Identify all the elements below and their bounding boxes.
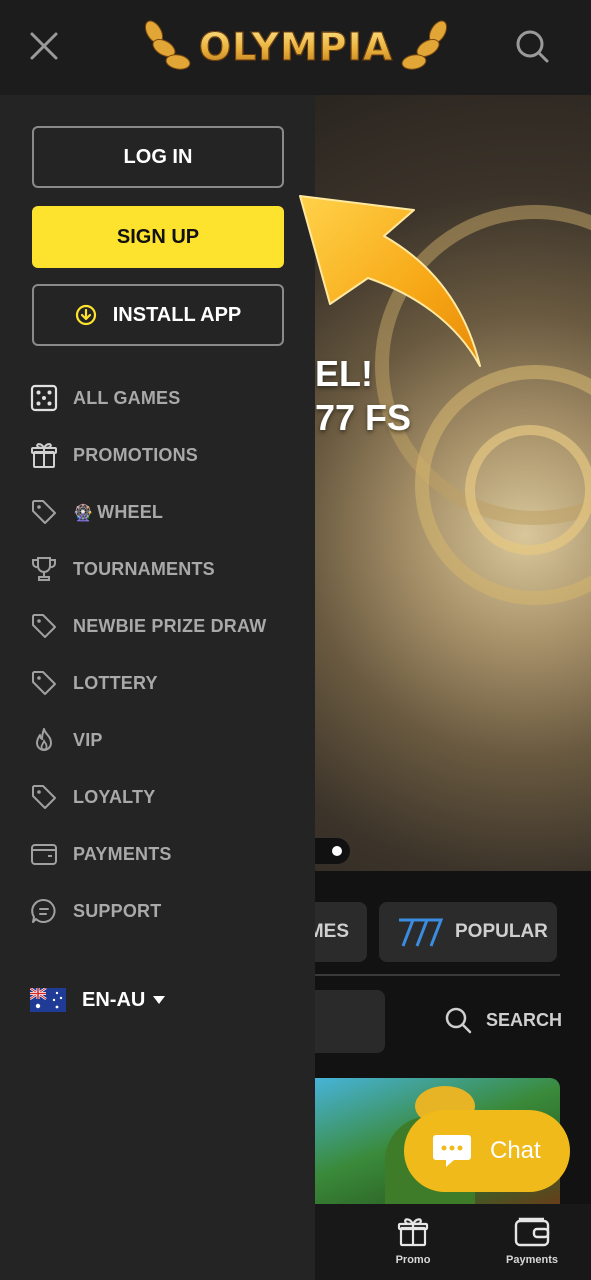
gift-icon	[31, 443, 57, 468]
trophy-icon	[32, 557, 56, 581]
chat-button[interactable]: Chat	[404, 1110, 570, 1192]
nav-payments-label: Payments	[506, 1254, 558, 1266]
promo-banner[interactable]: EL! 77 FS	[315, 95, 591, 871]
login-label: LOG IN	[123, 145, 193, 168]
tag-icon	[32, 614, 56, 638]
tabs-divider	[315, 974, 560, 976]
download-circle-icon	[75, 304, 96, 326]
close-icon	[30, 32, 58, 60]
carousel-dot-active[interactable]	[332, 846, 342, 856]
chat-bubble-icon	[31, 898, 56, 923]
menu-label: ALL GAMES	[73, 387, 181, 408]
sevens-icon	[399, 918, 444, 947]
menu-label: VIP	[73, 729, 103, 750]
bottom-nav: Promo Payments	[315, 1204, 591, 1280]
nav-promo-label: Promo	[395, 1254, 431, 1266]
menu-label: PROMOTIONS	[73, 444, 199, 465]
tag-icon	[32, 785, 56, 809]
tag-icon	[32, 671, 56, 695]
game-search-button[interactable]: SEARCH	[444, 1006, 562, 1034]
menu-label: SUPPORT	[73, 900, 162, 921]
menu-item-tournaments[interactable]: TOURNAMENTS	[30, 549, 300, 589]
game-search-field[interactable]	[315, 990, 385, 1053]
menu-label-wrap: 🎡 WHEEL	[73, 502, 163, 523]
login-button[interactable]: LOG IN	[32, 126, 284, 188]
menu-label: PAYMENTS	[73, 843, 172, 864]
menu-item-promotions[interactable]: PROMOTIONS	[30, 435, 300, 475]
ferris-wheel-icon: 🎡	[73, 504, 94, 522]
menu-item-all-games[interactable]: ALL GAMES	[30, 378, 300, 418]
banner-subheadline: 77 FS	[315, 397, 412, 438]
menu-item-vip[interactable]: VIP	[30, 720, 300, 760]
side-drawer: LOG IN SIGN UP INSTALL APP ALL GAMES PRO…	[0, 95, 315, 1280]
logo-text: OLYMPIA	[198, 25, 394, 70]
menu-label: LOTTERY	[73, 672, 158, 693]
search-icon	[516, 30, 549, 63]
dice-icon	[30, 384, 58, 412]
language-selector[interactable]: EN-AU	[30, 983, 166, 1017]
menu-item-newbie-prize-draw[interactable]: NEWBIE PRIZE DRAW	[30, 606, 300, 646]
signup-button[interactable]: SIGN UP	[32, 206, 284, 268]
tab-games[interactable]: MES	[308, 902, 367, 962]
game-search-label: SEARCH	[486, 1009, 563, 1030]
menu-item-payments[interactable]: PAYMENTS	[30, 834, 300, 874]
menu-item-lottery[interactable]: LOTTERY	[30, 663, 300, 703]
australia-flag-icon	[30, 988, 66, 1012]
tab-popular-label: POPULAR	[455, 921, 548, 942]
signup-label: SIGN UP	[116, 225, 200, 248]
language-label: EN-AU	[82, 988, 146, 1011]
menu-label: NEWBIE PRIZE DRAW	[73, 615, 267, 636]
laurel-icon	[144, 20, 191, 70]
laurel-icon	[401, 20, 448, 70]
caret-down-icon	[153, 996, 166, 1004]
wallet-icon	[514, 1217, 550, 1247]
nav-promo[interactable]: Promo	[363, 1212, 463, 1266]
menu-label: WHEEL	[97, 501, 164, 522]
install-app-label: INSTALL APP	[112, 303, 242, 326]
flame-icon	[36, 728, 52, 751]
chat-bubble-icon	[433, 1135, 471, 1167]
menu-item-loyalty[interactable]: LOYALTY	[30, 777, 300, 817]
tag-icon	[32, 500, 56, 524]
top-header: OLYMPIA	[0, 0, 591, 95]
search-icon	[445, 1007, 472, 1034]
chat-label: Chat	[490, 1137, 541, 1164]
olympia-logo[interactable]: OLYMPIA	[140, 14, 452, 80]
menu-label: LOYALTY	[73, 786, 156, 807]
install-app-button[interactable]: INSTALL APP	[32, 284, 284, 346]
search-button[interactable]	[512, 26, 552, 66]
wallet-icon	[31, 844, 57, 865]
menu-item-support[interactable]: SUPPORT	[30, 891, 300, 931]
close-menu-button[interactable]	[26, 28, 62, 64]
banner-headline: EL!	[315, 353, 373, 394]
menu-item-wheel[interactable]: 🎡 WHEEL	[30, 492, 300, 532]
wheel-image-ring	[465, 425, 591, 555]
menu-label: TOURNAMENTS	[73, 558, 215, 579]
nav-payments[interactable]: Payments	[482, 1212, 582, 1266]
tab-popular[interactable]: POPULAR	[379, 902, 557, 962]
gift-icon	[397, 1218, 429, 1247]
